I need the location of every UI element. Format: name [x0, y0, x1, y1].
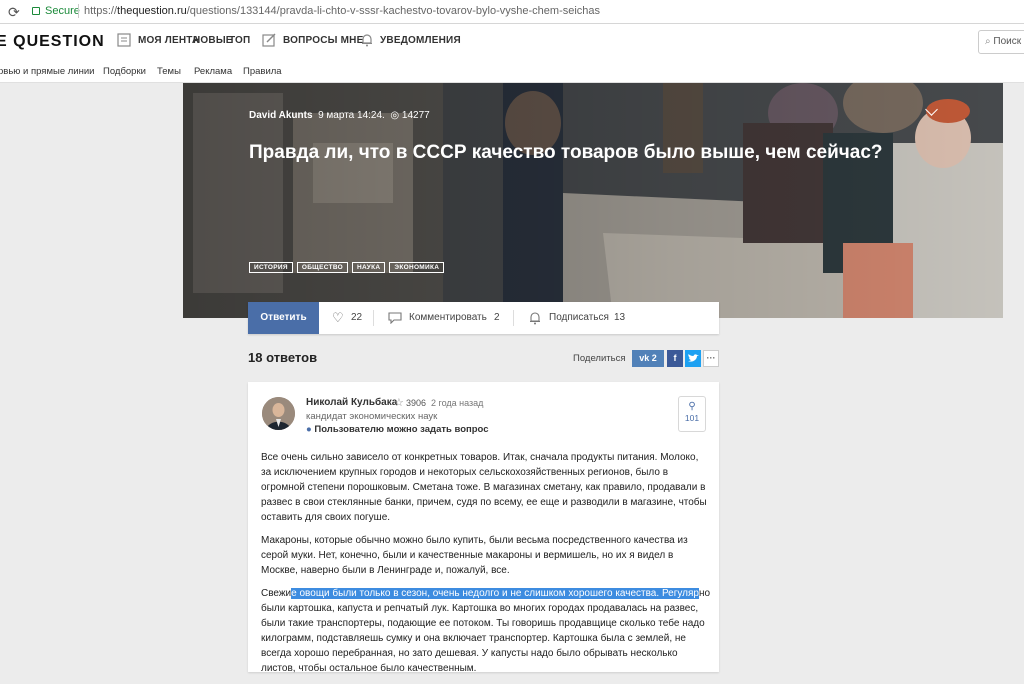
comments-count: 2 [494, 312, 500, 323]
nav-notifications[interactable]: УВЕДОМЛЕНИЯ [380, 35, 461, 46]
nav-questions-to-me[interactable]: ВОПРОСЫ МНЕ [283, 35, 363, 46]
tag-history[interactable]: ИСТОРИЯ [249, 262, 293, 273]
answers-count: 18 ответов [248, 350, 318, 365]
question-date: 9 марта 14:24. [318, 110, 385, 121]
url-field[interactable]: https://thequestion.ru/questions/133144/… [84, 5, 600, 17]
bell-icon [530, 312, 540, 325]
share-label: Поделиться [573, 353, 626, 364]
secure-label: Secure [45, 5, 80, 17]
nav-my-feed[interactable]: МОЯ ЛЕНТА [138, 35, 199, 46]
subnav-ads[interactable]: Реклама [194, 66, 232, 77]
answer-button[interactable]: Ответить [248, 302, 319, 334]
nav-new[interactable]: НОВЫЕ [193, 35, 233, 46]
comment-button[interactable]: Комментировать [409, 312, 487, 323]
star-icon: ☆ [394, 397, 404, 409]
vk-icon: vk [639, 353, 650, 363]
author-subscribers: 101 [684, 413, 700, 423]
vk-share-button[interactable]: vk 2 [632, 350, 664, 367]
divider [513, 310, 514, 326]
subscribe-author-button[interactable]: ⚲ 101 [678, 396, 706, 432]
question-author[interactable]: David Akunts [249, 110, 313, 121]
subnav-interviews[interactable]: рвью и прямые линии [0, 66, 94, 77]
divider [78, 4, 79, 18]
subnav-topics[interactable]: Темы [157, 66, 181, 77]
tag-society[interactable]: ОБЩЕСТВО [296, 262, 349, 273]
comment-icon [388, 312, 402, 324]
question-title: Правда ли, что в СССР качество товаров б… [249, 142, 883, 163]
answer-time: 2 года назад [431, 398, 484, 408]
search-input[interactable]: ⌕ Поиск [978, 30, 1024, 54]
subscribe-button[interactable]: Подписаться [549, 312, 609, 323]
bell-icon [362, 34, 372, 47]
question-meta: David Akunts 9 марта 14:24. ◎ 14277 [249, 110, 430, 121]
author-rating: 3906 [406, 398, 427, 408]
question-hero: David Akunts 9 марта 14:24. ◎ 14277 Прав… [183, 83, 1003, 318]
question-views: 14277 [401, 110, 430, 121]
tag-list: ИСТОРИЯ ОБЩЕСТВО НАУКА ЭКОНОМИКА [249, 256, 448, 273]
tag-science[interactable]: НАУКА [352, 262, 386, 273]
sub-navigation: рвью и прямые линии Подборки Темы Реклам… [0, 60, 1024, 83]
answer-author[interactable]: Николай Кульбака [306, 397, 397, 408]
ask-user-link[interactable]: ● Пользователю можно задать вопрос [306, 424, 489, 435]
avatar[interactable] [262, 397, 295, 430]
answer-paragraph: Все очень сильно зависело от конкретных … [261, 452, 707, 523]
facebook-icon: f [673, 353, 677, 363]
more-share-button[interactable]: ··· [703, 350, 719, 367]
answer-card: Николай Кульбака ☆ 3906 2 года назад кан… [248, 382, 719, 674]
author-role: кандидат экономических наук [306, 411, 438, 422]
tag-economics[interactable]: ЭКОНОМИКА [389, 262, 445, 273]
subscribers-count: 13 [614, 312, 626, 323]
selected-text: Регуляр [661, 588, 699, 599]
browser-address-bar: ⟳ Secure https://thequestion.ru/question… [0, 0, 1024, 24]
answer-paragraph: Макароны, которые обычно можно было купи… [261, 535, 688, 576]
feed-icon [117, 33, 131, 47]
eye-icon: ◎ [390, 110, 400, 121]
twitter-icon [687, 354, 699, 362]
subnav-rules[interactable]: Правила [243, 66, 282, 77]
answer-body: Все очень сильно зависело от конкретных … [261, 450, 711, 684]
facebook-share-button[interactable]: f [667, 350, 683, 367]
bullet-icon: ● [306, 424, 312, 435]
nav-top[interactable]: ТОП [229, 35, 250, 46]
reload-icon[interactable]: ⟳ [8, 4, 20, 20]
site-logo[interactable]: E QUESTION [0, 33, 105, 51]
twitter-share-button[interactable] [685, 350, 701, 367]
top-navigation: E QUESTION МОЯ ЛЕНТА НОВЫЕ ТОП ВОПРОСЫ М… [0, 24, 1024, 60]
subnav-collections[interactable]: Подборки [103, 66, 146, 77]
avatar-image [262, 397, 295, 430]
user-plus-icon: ⚲ [688, 401, 696, 412]
lock-icon [32, 7, 40, 15]
heart-icon[interactable]: ♡ [332, 310, 344, 326]
pencil-icon [262, 33, 276, 47]
divider [373, 310, 374, 326]
selected-text: е овощи были только в сезон, очень недол… [291, 588, 662, 599]
answer-paragraph: Свежие овощи были только в сезон, очень … [261, 588, 711, 674]
likes-count: 22 [351, 312, 363, 323]
question-actions: Ответить ♡ 22 Комментировать 2 Подписать… [248, 302, 719, 334]
